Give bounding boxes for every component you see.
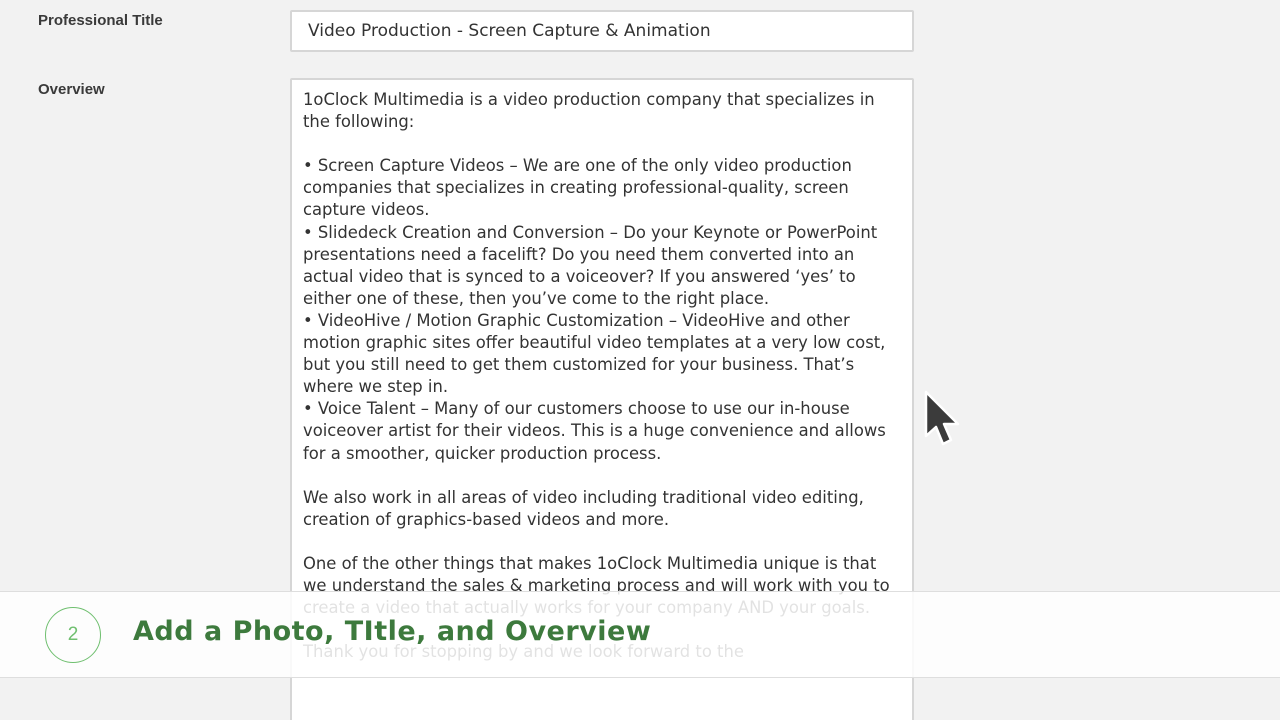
professional-title-input[interactable]: Video Production - Screen Capture & Anim…	[290, 10, 914, 52]
mouse-pointer-icon	[924, 390, 960, 446]
step-title: Add a Photo, TItle, and Overview	[133, 616, 652, 647]
step-banner: 2 Add a Photo, TItle, and Overview	[0, 591, 1280, 678]
profile-edit-page: Professional Title Video Production - Sc…	[0, 0, 1280, 720]
overview-label: Overview	[38, 81, 105, 98]
step-number-badge: 2	[45, 607, 101, 663]
professional-title-label: Professional Title	[38, 12, 163, 29]
overview-text: 1oClock Multimedia is a video production…	[303, 90, 890, 661]
